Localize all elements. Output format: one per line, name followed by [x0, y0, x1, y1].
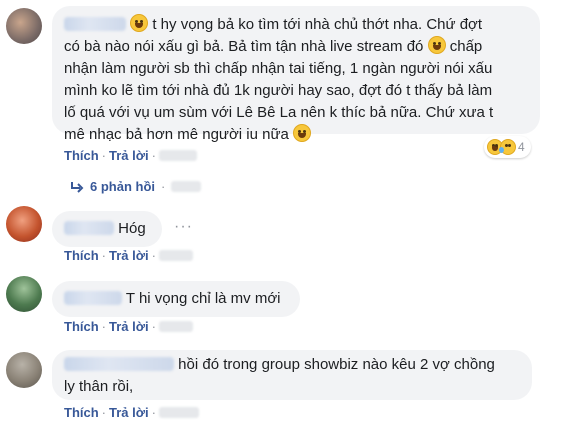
reply-link[interactable]: Trả lời	[109, 248, 149, 263]
comment-actions: Thích · Trả lời ·	[64, 319, 193, 334]
laughing-tears-emoji	[427, 36, 446, 54]
timestamp-redacted[interactable]	[158, 321, 193, 332]
comment-line: hồi đó trong group showbiz nào kêu 2 vợ …	[64, 354, 520, 376]
avatar[interactable]	[6, 8, 42, 44]
commenter-name-redacted[interactable]	[64, 291, 122, 305]
comment-line: mình ko lẽ tìm tới nhà đủ 1k người hay s…	[64, 82, 493, 99]
reply-link[interactable]: Trả lời	[109, 405, 149, 420]
like-link[interactable]: Thích	[64, 319, 99, 334]
reaction-summary[interactable]: 4	[484, 136, 531, 158]
comment-line: mê nhạc bả hơn mê người iu nữa	[64, 124, 528, 146]
timestamp-redacted	[171, 181, 202, 192]
avatar[interactable]	[6, 352, 42, 388]
commenter-name-redacted[interactable]	[64, 357, 174, 371]
timestamp-redacted[interactable]	[158, 250, 193, 261]
reaction-count: 4	[518, 140, 525, 154]
view-replies-link[interactable]: 6 phản hồi ·	[70, 179, 202, 194]
comment-line: t hy vọng bả ko tìm tới nhà chủ thớt nha…	[64, 14, 528, 36]
like-link[interactable]: Thích	[64, 405, 99, 420]
comment-bubble: Hóg	[52, 211, 162, 247]
comment-bubble: hồi đó trong group showbiz nào kêu 2 vợ …	[52, 350, 532, 400]
comment-actions: Thích · Trả lời ·	[64, 405, 199, 420]
reply-arrow-icon	[71, 181, 84, 193]
like-link[interactable]: Thích	[64, 248, 99, 263]
sad-emoji	[499, 139, 516, 155]
more-options-icon[interactable]: ···	[174, 218, 193, 236]
timestamp-redacted[interactable]	[158, 407, 199, 418]
avatar[interactable]	[6, 206, 42, 242]
comment-actions: Thích · Trả lời ·	[64, 248, 193, 263]
comment-line: lố quá với vụ um sùm với Lê Bê La nên k …	[64, 104, 494, 121]
reply-link[interactable]: Trả lời	[109, 148, 149, 163]
laughing-tears-emoji	[293, 124, 312, 142]
like-link[interactable]: Thích	[64, 148, 99, 163]
avatar[interactable]	[6, 276, 42, 312]
comment-bubble: T hi vọng chỉ là mv mới	[52, 281, 300, 317]
comment-line: nhận làm người sb thì chấp nhận tai tiến…	[64, 60, 493, 77]
commenter-name-redacted[interactable]	[64, 17, 126, 31]
reply-link[interactable]: Trả lời	[109, 319, 149, 334]
laughing-tears-emoji	[130, 14, 149, 32]
comment-line: ly thân rồi,	[64, 378, 134, 395]
commenter-name-redacted[interactable]	[64, 221, 114, 235]
comment-actions: Thích · Trả lời ·	[64, 148, 197, 163]
timestamp-redacted[interactable]	[158, 150, 197, 161]
comment-line: có bà nào nói xấu gì bả. Bả tìm tận nhà …	[64, 36, 483, 55]
comment-bubble: t hy vọng bả ko tìm tới nhà chủ thớt nha…	[52, 6, 540, 143]
